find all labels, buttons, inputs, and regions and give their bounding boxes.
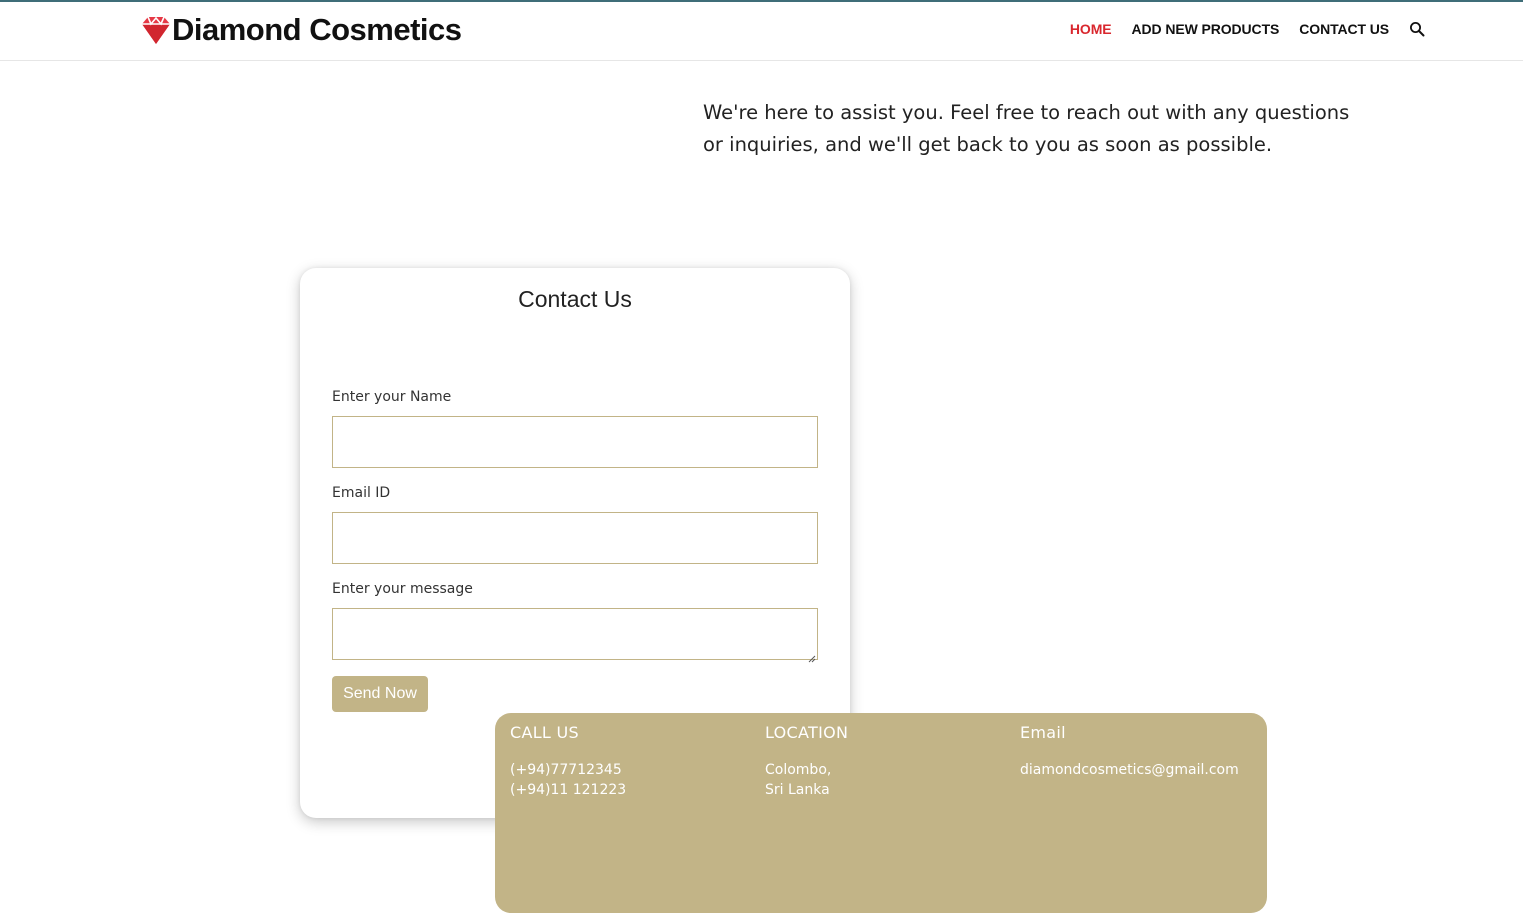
contact-info-panel: CALL US (+94)77712345 (+94)11 121223 LOC… bbox=[495, 713, 1267, 913]
email-input[interactable] bbox=[332, 512, 818, 564]
message-label: Enter your message bbox=[332, 581, 473, 597]
email-title: Email bbox=[1020, 723, 1066, 742]
phone-number: (+94)77712345 bbox=[510, 762, 622, 778]
send-now-button[interactable]: Send Now bbox=[332, 676, 428, 712]
message-textarea[interactable] bbox=[332, 608, 818, 660]
message-wrapper bbox=[300, 608, 850, 663]
diamond-icon bbox=[139, 13, 173, 47]
location-section: LOCATION Colombo, Sri Lanka bbox=[765, 723, 1005, 800]
location-city: Colombo, bbox=[765, 762, 832, 778]
search-icon[interactable] bbox=[1409, 21, 1425, 37]
location-country: Sri Lanka bbox=[765, 782, 830, 798]
location-title: LOCATION bbox=[765, 723, 849, 742]
email-section: Email diamondcosmetics@gmail.com bbox=[1020, 723, 1260, 780]
nav-home[interactable]: HOME bbox=[1070, 21, 1112, 37]
intro-text: We're here to assist you. Feel free to r… bbox=[703, 101, 1350, 156]
brand-name: Diamond Cosmetics bbox=[172, 12, 462, 47]
phone-number: (+94)11 121223 bbox=[510, 782, 627, 798]
email-label: Email ID bbox=[332, 485, 391, 501]
name-label: Enter your Name bbox=[332, 389, 452, 405]
email-address: diamondcosmetics@gmail.com bbox=[1020, 762, 1239, 778]
form-title: Contact Us bbox=[518, 286, 632, 312]
name-input[interactable] bbox=[332, 416, 818, 468]
site-header: Diamond Cosmetics HOME ADD NEW PRODUCTS … bbox=[0, 2, 1523, 61]
nav-contact-us[interactable]: CONTACT US bbox=[1299, 21, 1389, 37]
call-us-title: CALL US bbox=[510, 723, 579, 742]
nav-add-new-products[interactable]: ADD NEW PRODUCTS bbox=[1132, 21, 1280, 37]
main-nav: HOME ADD NEW PRODUCTS CONTACT US bbox=[1050, 21, 1425, 37]
brand[interactable]: Diamond Cosmetics bbox=[139, 12, 462, 48]
call-us-section: CALL US (+94)77712345 (+94)11 121223 bbox=[510, 723, 750, 800]
resize-grip-icon[interactable] bbox=[808, 650, 816, 663]
